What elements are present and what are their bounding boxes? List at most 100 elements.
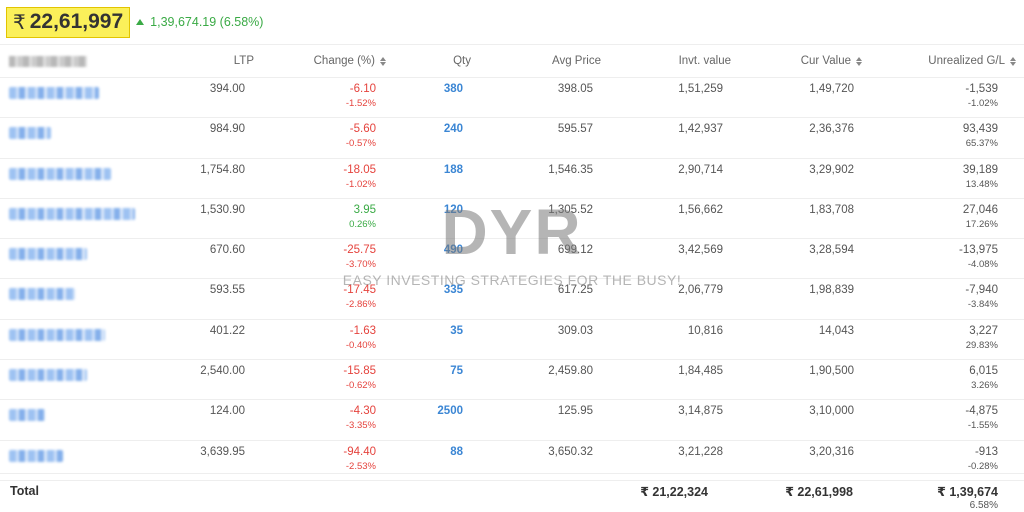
cell-qty[interactable]: 75 — [450, 365, 463, 377]
table-row[interactable]: 984.90 -5.60 -0.57% 240 595.57 1,42,937 2,36,3… — [0, 118, 1024, 159]
portfolio-summary: ₹ 22,61,997 1,39,674.19 (6.58%) — [6, 6, 263, 38]
header-ltp[interactable]: LTP — [234, 55, 254, 67]
change-value: -4.30 — [349, 405, 376, 418]
change-value: -18.05 — [343, 163, 376, 176]
change-value: -94.40 — [343, 445, 376, 458]
cell-invt-value: 3,42,569 — [678, 244, 723, 257]
change-value: -1.63 — [349, 324, 376, 337]
instrument-name-blurred[interactable] — [9, 328, 105, 341]
cell-ltp: 670.60 — [209, 244, 245, 257]
cell-qty[interactable]: 120 — [444, 204, 463, 216]
header-cur-value[interactable]: Cur Value — [801, 55, 862, 67]
gl-value: 93,439 — [962, 123, 998, 136]
cell-qty[interactable]: 335 — [444, 284, 463, 296]
gl-value: -13,975 — [958, 244, 998, 257]
table-row[interactable]: 2,540.00 -15.85 -0.62% 75 2,459.80 1,84,485 1,… — [0, 360, 1024, 401]
gl-value: -4,875 — [965, 405, 998, 418]
header-invt-value[interactable]: Invt. value — [679, 55, 731, 67]
holdings-table: LTP Change (%) Qty Avg Price Invt. value… — [0, 44, 1024, 481]
gl-pct: 3.26% — [971, 380, 998, 392]
cell-avg-price: 3,650.32 — [548, 445, 593, 458]
header-avg-price[interactable]: Avg Price — [552, 55, 601, 67]
table-row[interactable]: 124.00 -4.30 -3.35% 2500 125.95 3,14,875 3,10,… — [0, 400, 1024, 441]
cell-invt-value: 2,06,779 — [678, 284, 723, 297]
table-body: 394.00 -6.10 -1.52% 380 398.05 1,51,259 1,49,7… — [0, 78, 1024, 481]
cell-unrealized-gl: -13,975 -4.08% — [959, 244, 998, 270]
total-row: Total ₹ 21,22,324 ₹ 22,61,998 ₹ 1,39,674… — [0, 473, 1024, 512]
cell-qty[interactable]: 188 — [444, 164, 463, 176]
change-pct: -1.52% — [345, 98, 376, 109]
cell-avg-price: 2,459.80 — [548, 365, 593, 378]
change-value: -5.60 — [349, 123, 376, 136]
table-row[interactable]: 593.55 -17.45 -2.86% 335 617.25 2,06,779 1,98,… — [0, 279, 1024, 320]
cell-ltp: 124.00 — [209, 405, 245, 418]
instrument-name-blurred[interactable] — [9, 409, 45, 422]
cell-cur-value: 1,83,708 — [809, 203, 854, 216]
cell-unrealized-gl: -4,875 -1.55% — [965, 405, 998, 431]
cell-change: -5.60 -0.57% — [346, 123, 376, 149]
cell-unrealized-gl: -913 -0.28% — [968, 446, 998, 472]
header-change[interactable]: Change (%) — [314, 55, 386, 67]
cell-change: -94.40 -2.53% — [343, 446, 376, 472]
cell-invt-value: 2,90,714 — [678, 163, 723, 176]
cell-avg-price: 125.95 — [557, 405, 593, 418]
cell-unrealized-gl: 39,189 13.48% — [963, 164, 998, 190]
cell-invt-value: 1,42,937 — [678, 123, 723, 136]
cell-invt-value: 10,816 — [687, 324, 723, 337]
instrument-name-blurred[interactable] — [9, 248, 87, 261]
change-value: -15.85 — [343, 365, 376, 378]
cell-ltp: 1,754.80 — [200, 163, 245, 176]
sort-icon — [1010, 56, 1016, 66]
cell-change: -25.75 -3.70% — [343, 244, 376, 270]
table-row[interactable]: 401.22 -1.63 -0.40% 35 309.03 10,816 14,043 3,2… — [0, 320, 1024, 361]
instrument-name-blurred[interactable] — [9, 87, 99, 99]
cell-unrealized-gl: 6,015 3.26% — [969, 365, 998, 391]
cell-qty[interactable]: 88 — [450, 446, 463, 458]
total-cur-value: ₹ 22,61,998 — [785, 485, 853, 499]
cell-qty[interactable]: 380 — [444, 83, 463, 95]
instrument-header-blurred[interactable] — [9, 56, 87, 67]
change-pct: 0.26% — [349, 218, 376, 230]
table-row[interactable]: 670.60 -25.75 -3.70% 490 699.12 3,42,569 3,28,… — [0, 239, 1024, 280]
cell-cur-value: 3,20,316 — [809, 445, 854, 458]
instrument-name-blurred[interactable] — [9, 167, 111, 180]
cell-invt-value: 3,14,875 — [678, 405, 723, 418]
cell-cur-value: 3,10,000 — [809, 405, 854, 418]
change-pct: -0.40% — [345, 339, 376, 351]
cell-avg-price: 1,305.52 — [548, 203, 593, 216]
cell-unrealized-gl: 93,439 65.37% — [963, 123, 998, 149]
table-row[interactable]: 394.00 -6.10 -1.52% 380 398.05 1,51,259 1,49,7… — [0, 78, 1024, 119]
cell-qty[interactable]: 35 — [450, 325, 463, 337]
cell-ltp: 2,540.00 — [200, 365, 245, 378]
change-value: -17.45 — [343, 284, 376, 297]
cell-avg-price: 398.05 — [557, 83, 593, 95]
cell-ltp: 401.22 — [209, 324, 245, 337]
table-row[interactable]: 1,754.80 -18.05 -1.02% 188 1,546.35 2,90,714 3… — [0, 159, 1024, 199]
change-pct: -1.02% — [345, 178, 376, 190]
cell-change: -4.30 -3.35% — [346, 405, 376, 431]
cell-qty[interactable]: 490 — [444, 244, 463, 256]
cell-qty[interactable]: 2500 — [437, 405, 463, 417]
total-unrealized-gl-pct: 6.58% — [969, 500, 998, 511]
instrument-name-blurred[interactable] — [9, 207, 135, 220]
header-unrealized-gl[interactable]: Unrealized G/L — [928, 55, 1016, 67]
cell-ltp: 593.55 — [209, 284, 245, 297]
gl-value: -913 — [974, 445, 998, 458]
instrument-name-blurred[interactable] — [9, 288, 75, 301]
total-label: Total — [10, 484, 39, 498]
instrument-name-blurred[interactable] — [9, 369, 87, 382]
cell-unrealized-gl: 27,046 17.26% — [963, 204, 998, 230]
change-pct: -3.35% — [345, 420, 376, 432]
table-header: LTP Change (%) Qty Avg Price Invt. value… — [0, 44, 1024, 78]
cell-qty[interactable]: 240 — [444, 123, 463, 135]
instrument-name-blurred[interactable] — [9, 127, 51, 140]
up-arrow-icon — [136, 19, 145, 25]
cell-change: -17.45 -2.86% — [343, 284, 376, 310]
cell-ltp: 1,530.90 — [200, 203, 245, 216]
table-row[interactable]: 1,530.90 3.95 0.26% 120 1,305.52 1,56,662 1,83… — [0, 199, 1024, 240]
total-invt-value: ₹ 21,22,324 — [640, 485, 708, 499]
header-qty[interactable]: Qty — [453, 55, 471, 67]
cell-invt-value: 1,84,485 — [678, 365, 723, 378]
change-value: -6.10 — [349, 83, 376, 95]
instrument-name-blurred[interactable] — [9, 449, 63, 462]
